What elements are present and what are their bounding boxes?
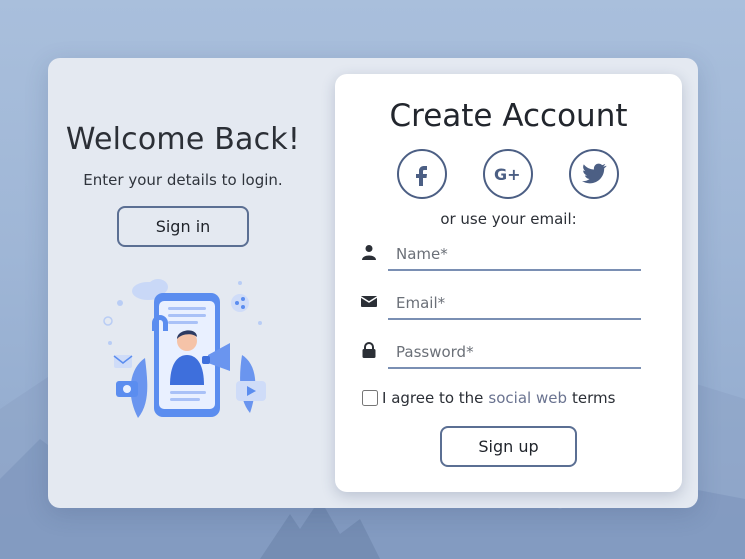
terms-suffix: terms	[571, 389, 616, 407]
terms-agreement: I agree to the social web terms	[362, 388, 615, 408]
marketing-illustration	[103, 279, 266, 418]
terms-prefix: I agree to the	[382, 389, 484, 407]
google-plus-icon: G+	[494, 165, 521, 184]
google-plus-button[interactable]: G+	[483, 149, 533, 199]
user-icon	[362, 245, 376, 260]
twitter-button[interactable]	[569, 149, 619, 199]
login-panel: Welcome Back! Enter your details to logi…	[48, 58, 335, 508]
lock-icon	[362, 342, 376, 358]
email-field[interactable]	[388, 288, 641, 320]
sign-in-button[interactable]: Sign in	[117, 206, 249, 247]
sign-up-button[interactable]: Sign up	[440, 426, 577, 467]
facebook-icon	[416, 166, 427, 186]
name-field[interactable]	[388, 239, 641, 271]
or-use-email-text: or use your email:	[440, 210, 577, 228]
envelope-icon	[361, 296, 377, 307]
create-account-title: Create Account	[389, 98, 628, 134]
welcome-title: Welcome Back!	[65, 122, 301, 157]
welcome-subtitle: Enter your details to login.	[83, 171, 283, 189]
signup-panel: Create Account G+ or use your email: Nam…	[335, 74, 682, 492]
terms-checkbox[interactable]	[362, 390, 378, 406]
facebook-button[interactable]	[397, 149, 447, 199]
svg-text:G+: G+	[494, 165, 521, 184]
twitter-icon	[582, 163, 607, 184]
auth-card: Welcome Back! Enter your details to logi…	[48, 58, 698, 508]
password-field[interactable]	[388, 337, 641, 369]
terms-link[interactable]: social web	[488, 389, 567, 407]
